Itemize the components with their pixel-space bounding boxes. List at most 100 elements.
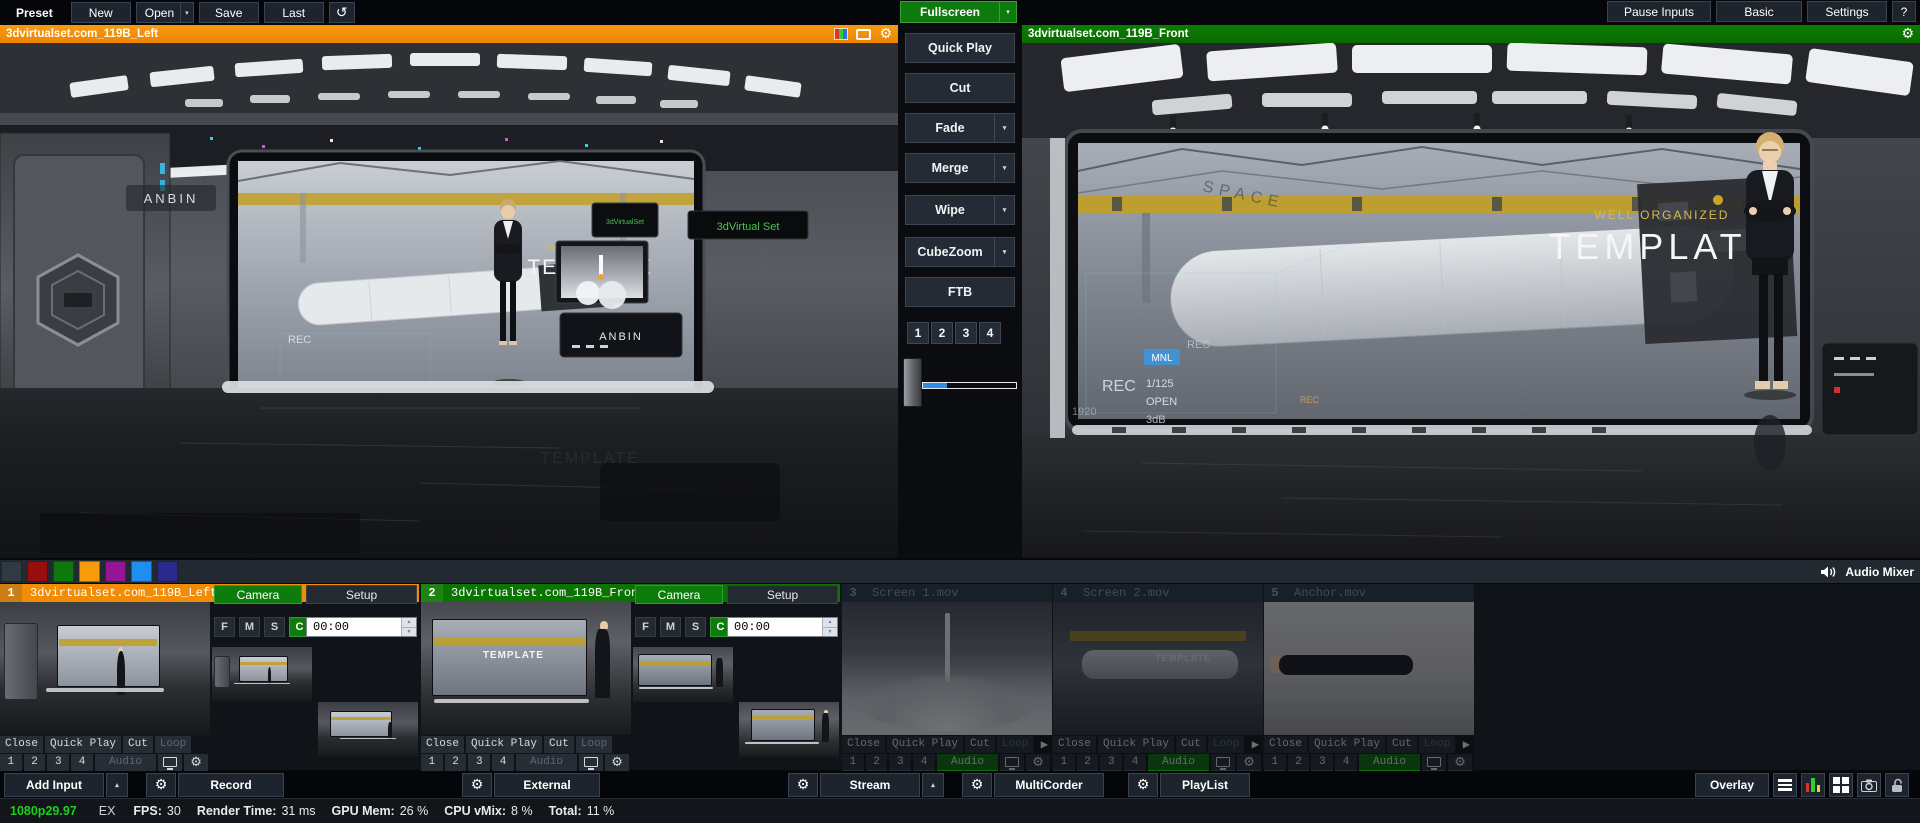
overlay-4-button[interactable]: 4 (71, 754, 93, 771)
help-button[interactable]: ? (1892, 1, 1916, 22)
multiview-button[interactable] (1829, 773, 1853, 797)
input-1-thumbnail[interactable] (0, 602, 210, 735)
cut-button[interactable]: Cut (905, 73, 1015, 103)
color-bars-icon[interactable] (834, 28, 848, 40)
record-button[interactable]: Record (178, 773, 284, 797)
playlist-button[interactable]: PlayList (1160, 773, 1250, 797)
overlay-1-button[interactable]: 1 (1264, 754, 1286, 771)
input-3-header[interactable]: 3 Screen 1.mov (842, 584, 1052, 602)
overlay-button[interactable]: Overlay (1695, 773, 1769, 797)
overlay-3-button[interactable]: 3 (1100, 754, 1122, 771)
transition-merge-button[interactable]: Merge▾ (905, 153, 1015, 183)
new-button[interactable]: New (71, 2, 131, 23)
cut-button[interactable]: Cut (123, 736, 153, 753)
color-swatch[interactable] (131, 561, 152, 582)
quick-play-button[interactable]: Quick Play (905, 33, 1015, 63)
play-icon[interactable]: ▶ (1252, 737, 1259, 752)
key-f[interactable]: F (214, 617, 235, 637)
fullscreen-button[interactable]: Fullscreen (900, 1, 1000, 23)
cut-button[interactable]: Cut (965, 736, 995, 753)
overlay-2-button[interactable]: 2 (1288, 754, 1310, 771)
transition-cubezoom-button[interactable]: CubeZoom▾ (905, 237, 1015, 267)
overlay-1-button[interactable]: 1 (1053, 754, 1075, 771)
quick-play-button[interactable]: Quick Play (1309, 736, 1385, 753)
add-input-button[interactable]: Add Input (4, 773, 104, 797)
quick-play-button[interactable]: Quick Play (466, 736, 542, 753)
key-m[interactable]: M (660, 617, 681, 637)
loop-button[interactable]: Loop (155, 736, 191, 753)
audio-button[interactable]: Audio (1359, 754, 1420, 771)
multicorder-settings-gear-icon[interactable]: ⚙ (962, 773, 992, 797)
overlay-2-button[interactable]: 2 (24, 754, 46, 771)
close-button[interactable]: Close (842, 736, 885, 753)
audio-button[interactable]: Audio (937, 754, 998, 771)
t-bar-track[interactable] (922, 382, 1017, 389)
fullscreen-monitor-button[interactable] (1422, 754, 1446, 771)
cut-button[interactable]: Cut (544, 736, 574, 753)
loop-button[interactable]: Loop (997, 736, 1033, 753)
key-m[interactable]: M (239, 617, 260, 637)
gear-icon[interactable]: ⚙ (1448, 754, 1472, 771)
close-button[interactable]: Close (1264, 736, 1307, 753)
external-settings-gear-icon[interactable]: ⚙ (462, 773, 492, 797)
spin-down-icon[interactable]: ▼ (823, 628, 837, 637)
input-5-header[interactable]: 5 Anchor.mov (1264, 584, 1474, 602)
color-swatch[interactable] (27, 561, 48, 582)
audio-button[interactable]: Audio (1148, 754, 1209, 771)
input-4-thumbnail[interactable]: TEMPLATE (1053, 602, 1263, 735)
gear-icon[interactable]: ⚙ (605, 754, 629, 771)
gear-icon[interactable]: ⚙ (1901, 27, 1914, 41)
last-button[interactable]: Last (264, 2, 324, 23)
fullscreen-monitor-button[interactable] (579, 754, 603, 771)
fullscreen-monitor-button[interactable] (1211, 754, 1235, 771)
chevron-down-icon[interactable]: ▾ (180, 3, 193, 22)
overlay-3-button[interactable]: 3 (1311, 754, 1333, 771)
gear-icon[interactable]: ⚙ (879, 27, 892, 41)
stream-settings-gear-icon[interactable]: ⚙ (788, 773, 818, 797)
key-s[interactable]: S (685, 617, 706, 637)
spin-down-icon[interactable]: ▼ (402, 628, 416, 637)
audio-mixer-toggle[interactable]: Audio Mixer (1820, 560, 1914, 583)
transition-fade-button[interactable]: Fade▾ (905, 113, 1015, 143)
stinger-1-button[interactable]: 1 (907, 322, 929, 344)
color-swatch[interactable] (79, 561, 100, 582)
play-icon[interactable]: ▶ (1463, 737, 1470, 752)
overlay-1-button[interactable]: 1 (0, 754, 22, 771)
time-input[interactable] (307, 618, 401, 636)
color-swatch[interactable] (157, 561, 178, 582)
spin-up-icon[interactable]: ▲ (402, 618, 416, 628)
lock-button[interactable] (1885, 773, 1909, 797)
loop-button[interactable]: Loop (1419, 736, 1455, 753)
cut-button[interactable]: Cut (1387, 736, 1417, 753)
time-input[interactable] (728, 618, 822, 636)
camera-button[interactable]: Camera (635, 585, 723, 604)
input-3-thumbnail[interactable] (842, 602, 1052, 735)
multicorder-button[interactable]: MultiCorder (994, 773, 1104, 797)
quick-play-button[interactable]: Quick Play (1098, 736, 1174, 753)
overlay-4-button[interactable]: 4 (1124, 754, 1146, 771)
play-icon[interactable]: ▶ (1041, 737, 1048, 752)
overlay-4-button[interactable]: 4 (492, 754, 514, 771)
transition-wipe-button[interactable]: Wipe▾ (905, 195, 1015, 225)
key-f[interactable]: F (635, 617, 656, 637)
fullscreen-monitor-button[interactable] (1000, 754, 1024, 771)
input-2-thumbnail[interactable]: TEMPLATE (421, 602, 631, 735)
add-input-chevron-up-icon[interactable]: ▴ (106, 773, 128, 797)
cut-button[interactable]: Cut (1176, 736, 1206, 753)
close-button[interactable]: Close (1053, 736, 1096, 753)
undo-icon[interactable]: ↺ (329, 2, 355, 23)
spin-up-icon[interactable]: ▲ (823, 618, 837, 628)
chevron-down-icon[interactable]: ▾ (994, 114, 1014, 142)
camera-angle-thumb[interactable] (318, 702, 418, 757)
stinger-2-button[interactable]: 2 (931, 322, 953, 344)
fullscreen-monitor-button[interactable] (158, 754, 182, 771)
fullscreen-chevron-down-icon[interactable]: ▾ (1000, 1, 1017, 23)
quick-play-button[interactable]: Quick Play (887, 736, 963, 753)
camera-angle-thumb[interactable] (739, 702, 839, 757)
camera-angle-thumb[interactable] (633, 647, 733, 702)
gear-icon[interactable]: ⚙ (1237, 754, 1261, 771)
overlay-1-button[interactable]: 1 (421, 754, 443, 771)
overlay-2-button[interactable]: 2 (866, 754, 888, 771)
stream-button[interactable]: Stream (820, 773, 920, 797)
key-s[interactable]: S (264, 617, 285, 637)
